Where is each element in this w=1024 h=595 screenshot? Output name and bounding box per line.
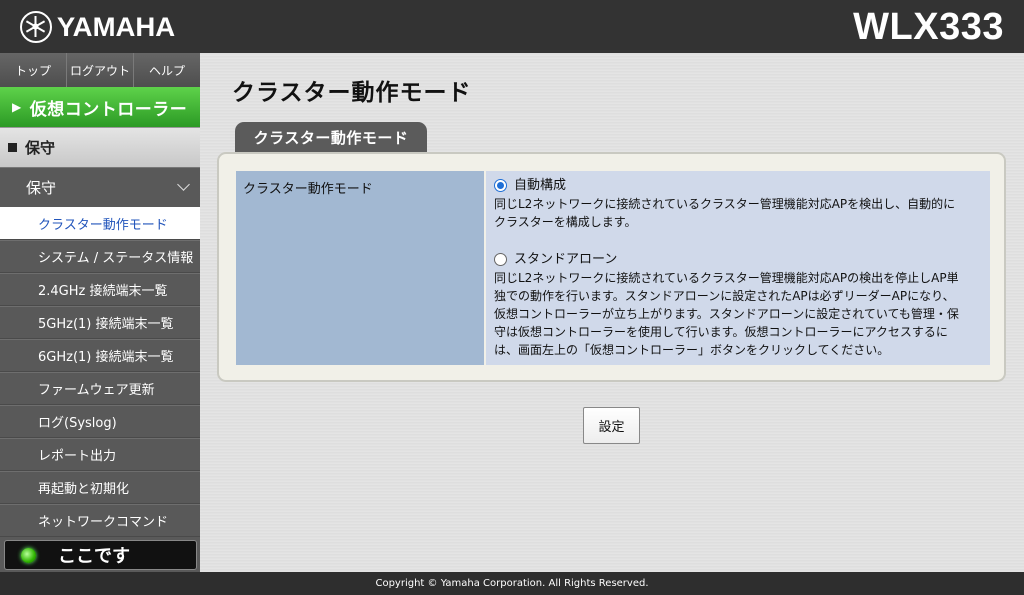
sidebar-item-24ghz-clients[interactable]: 2.4GHz 接続端末一覧 [0,273,200,306]
option-auto-desc: 同じL2ネットワークに接続されているクラスター管理機能対応APを検出し、自動的に… [494,195,955,231]
green-led-icon [21,547,36,563]
tab-cluster-mode: クラスター動作モード [235,122,427,152]
option-standalone: スタンドアローン 同じL2ネットワークに接続されているクラスター管理機能対応AP… [494,251,982,359]
desc-line: 仮想コントローラーが立ち上がります。スタンドアローンに設定されていても管理・保 [494,307,959,321]
app-header: YAMAHA WLX333 [0,0,1024,53]
section-maintenance: 保守 [0,127,200,167]
sidebar-item-6ghz-clients[interactable]: 6GHz(1) 接続端末一覧 [0,339,200,372]
menu-group-label: 保守 [26,179,57,197]
page-title: クラスター動作モード [232,80,472,106]
option-auto-title: 自動構成 [514,178,567,193]
play-triangle-icon: ▶ [12,100,22,114]
virtual-controller-label: 仮想コントローラー [29,99,188,120]
sidebar: トップ ログアウト ヘルプ ▶ 仮想コントローラー 保守 保守 クラスター動作モ… [0,53,200,572]
here-button[interactable]: ここです [4,540,197,570]
brand-name: YAMAHA [56,11,176,42]
sidebar-item-report-output[interactable]: レポート出力 [0,438,200,471]
sidebar-item-syslog[interactable]: ログ(Syslog) [0,405,200,438]
footer: Copyright © Yamaha Corporation. All Righ… [0,572,1024,595]
desc-line: 同じL2ネットワークに接続されているクラスター管理機能対応APを検出し、自動的に [494,197,956,211]
desc-line: は、画面左上の「仮想コントローラー」ボタンをクリックしてください。 [494,343,890,357]
nav-top-link[interactable]: トップ [0,53,67,87]
chevron-down-icon [177,178,190,191]
nav-logout-link[interactable]: ログアウト [67,53,134,87]
option-standalone-title: スタンドアローン [514,252,618,267]
sidebar-item-network-command[interactable]: ネットワークコマンド [0,504,200,537]
square-bullet-icon [8,143,17,152]
menu-group-maintenance[interactable]: 保守 [0,167,200,207]
field-value: 自動構成 同じL2ネットワークに接続されているクラスター管理機能対応APを検出し… [486,171,990,365]
nav-help-link[interactable]: ヘルプ [134,53,200,87]
radio-auto[interactable] [494,179,507,192]
yamaha-logo[interactable]: YAMAHA [20,9,176,45]
desc-line: 同じL2ネットワークに接続されているクラスター管理機能対応APの検出を停止しAP… [494,271,959,285]
section-title: 保守 [25,139,56,157]
sidebar-item-system-status[interactable]: システム / ステータス情報 [0,240,200,273]
option-standalone-desc: 同じL2ネットワークに接続されているクラスター管理機能対応APの検出を停止しAP… [494,269,959,359]
top-nav: トップ ログアウト ヘルプ [0,53,200,87]
sidebar-item-firmware-update[interactable]: ファームウェア更新 [0,372,200,405]
model-name: WLX333 [853,6,1004,48]
here-label: ここです [58,546,130,567]
option-auto: 自動構成 同じL2ネットワークに接続されているクラスター管理機能対応APを検出し… [494,177,982,231]
copyright-text: Copyright © Yamaha Corporation. All Righ… [375,578,649,589]
desc-line: 独での動作を行います。スタンドアローンに設定されたAPは必ずリーダーAPになり、 [494,289,955,303]
radio-standalone[interactable] [494,253,507,266]
virtual-controller-button[interactable]: ▶ 仮想コントローラー [0,87,200,127]
sidebar-item-cluster-mode[interactable]: クラスター動作モード [0,207,200,240]
sidebar-item-5ghz-clients[interactable]: 5GHz(1) 接続端末一覧 [0,306,200,339]
submit-button[interactable]: 設定 [583,407,640,444]
tuning-fork-emblem-icon [20,11,52,43]
desc-line: 守は仮想コントローラーを使用して行います。仮想コントローラーにアクセスするに [494,325,948,339]
settings-row: クラスター動作モード 自動構成 同じL2ネットワークに接続されているクラスター管… [236,171,990,365]
sidebar-item-reboot-init[interactable]: 再起動と初期化 [0,471,200,504]
main-content: クラスター動作モード クラスター動作モード クラスター動作モード 自動構成 同じ… [200,53,1024,572]
desc-line: クラスターを構成します。 [494,215,637,229]
settings-panel: クラスター動作モード 自動構成 同じL2ネットワークに接続されているクラスター管… [217,152,1006,382]
field-label: クラスター動作モード [236,171,484,365]
